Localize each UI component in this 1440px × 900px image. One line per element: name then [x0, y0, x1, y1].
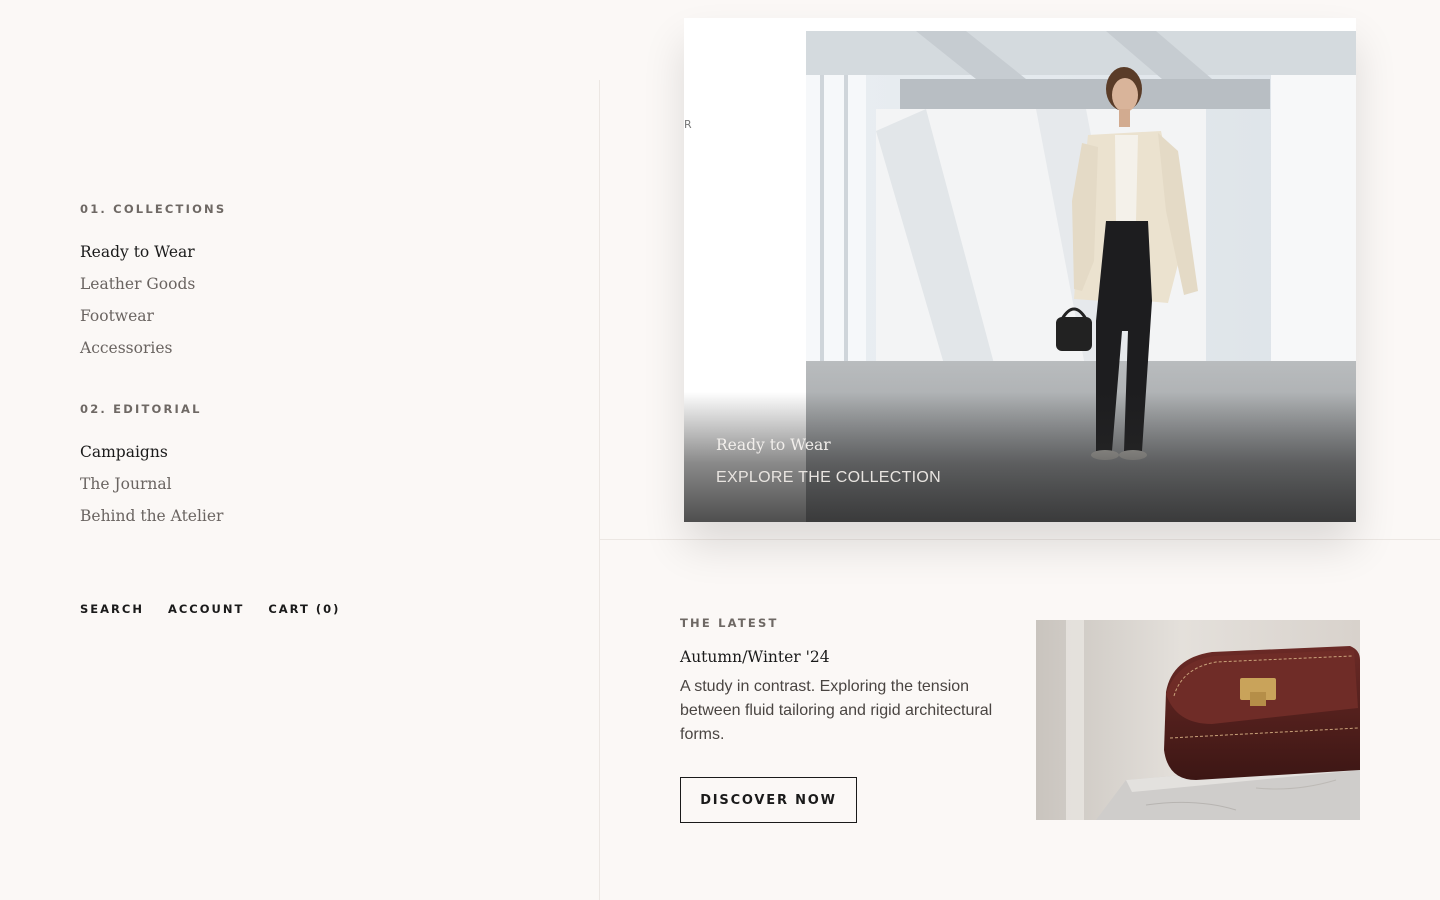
latest-title: Autumn/Winter '24 [680, 648, 830, 666]
search-link[interactable]: SEARCH [80, 602, 144, 616]
utility-nav: SEARCH ACCOUNT CART (0) [80, 602, 340, 616]
horizontal-divider [600, 539, 1440, 540]
latest-body: A study in contrast. Exploring the tensi… [680, 678, 993, 743]
hero-ghost-mark: R [684, 118, 692, 131]
nav-link-ready-to-wear[interactable]: Ready to Wear [80, 236, 226, 268]
nav-link-accessories[interactable]: Accessories [80, 332, 226, 364]
editorial-heading: 02. EDITORIAL [80, 402, 202, 416]
latest-section: THE LATEST Autumn/Winter '24 A study in … [680, 616, 1010, 823]
nav-link-behind-the-atelier[interactable]: Behind the Atelier [80, 500, 223, 532]
explore-collection-link[interactable]: EXPLORE THE COLLECTION [716, 469, 941, 487]
discover-now-button[interactable]: DISCOVER NOW [680, 777, 857, 823]
left-navigation: 01. COLLECTIONS Ready to Wear Leather Go… [0, 0, 600, 900]
nav-link-footwear[interactable]: Footwear [80, 300, 226, 332]
collections-heading: 01. COLLECTIONS [80, 202, 227, 216]
hero-overlay [684, 392, 1356, 522]
nav-link-the-journal[interactable]: The Journal [80, 468, 223, 500]
account-link[interactable]: ACCOUNT [168, 602, 244, 616]
nav-link-leather-goods[interactable]: Leather Goods [80, 268, 226, 300]
collections-nav: 01. COLLECTIONS Ready to Wear Leather Go… [80, 202, 226, 364]
editorial-nav: 02. EDITORIAL Campaigns The Journal Behi… [80, 402, 223, 532]
nav-link-campaigns[interactable]: Campaigns [80, 436, 223, 468]
cart-link[interactable]: CART (0) [268, 602, 340, 616]
latest-product-image[interactable] [1036, 620, 1360, 820]
hero-title: Ready to Wear [716, 436, 831, 454]
vertical-divider [599, 80, 600, 900]
latest-eyebrow: THE LATEST [680, 616, 779, 630]
hero-card[interactable]: R Ready to Wear EXPLORE THE COLLECTION [684, 18, 1356, 522]
